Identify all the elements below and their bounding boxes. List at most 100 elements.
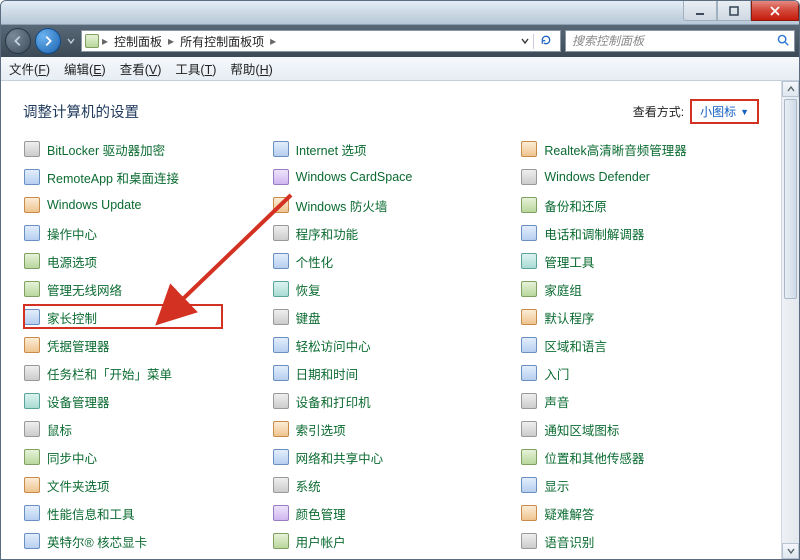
control-panel-item[interactable]: 字体 bbox=[520, 558, 759, 559]
display-icon bbox=[520, 476, 538, 494]
control-panel-item-label: Internet 选项 bbox=[296, 140, 367, 159]
menu-edit[interactable]: 编辑(E) bbox=[64, 59, 106, 78]
control-panel-item[interactable]: 日期和时间 bbox=[272, 362, 511, 384]
control-panel-item[interactable]: 用户帐户 bbox=[272, 530, 511, 552]
control-panel-item[interactable]: 电源选项 bbox=[23, 250, 262, 272]
control-panel-item[interactable]: 程序和功能 bbox=[272, 222, 511, 244]
control-panel-item[interactable]: 声音 bbox=[520, 390, 759, 412]
scroll-thumb[interactable] bbox=[784, 99, 797, 299]
control-panel-item[interactable]: RemoteApp 和桌面连接 bbox=[23, 166, 262, 188]
control-panel-item[interactable]: 设备管理器 bbox=[23, 390, 262, 412]
control-panel-item[interactable]: 同步中心 bbox=[23, 446, 262, 468]
control-panel-item[interactable]: 网络和共享中心 bbox=[272, 446, 511, 468]
menu-file[interactable]: 文件(F) bbox=[9, 59, 50, 78]
control-panel-item[interactable]: 家庭组 bbox=[520, 278, 759, 300]
breadcrumb-item[interactable]: 控制面板 bbox=[108, 31, 168, 51]
control-panel-item[interactable]: 键盘 bbox=[272, 306, 511, 328]
control-panel-item-label: 文件夹选项 bbox=[47, 476, 110, 495]
control-panel-item[interactable]: Windows Update bbox=[23, 194, 262, 216]
control-panel-item-label: 键盘 bbox=[296, 308, 321, 327]
view-by-dropdown[interactable]: 小图标 ▼ bbox=[690, 99, 759, 124]
control-panel-item-label: 备份和还原 bbox=[544, 196, 607, 215]
close-button[interactable] bbox=[751, 1, 799, 21]
internet-icon bbox=[272, 140, 290, 158]
search-box[interactable] bbox=[565, 30, 795, 52]
admin-tools-icon bbox=[520, 252, 538, 270]
scroll-up-button[interactable] bbox=[782, 81, 799, 97]
refresh-button[interactable] bbox=[533, 34, 558, 49]
sync-icon bbox=[23, 448, 41, 466]
control-panel-item[interactable]: 显示 bbox=[520, 474, 759, 496]
user-accts-icon bbox=[272, 532, 290, 550]
back-arrow-icon bbox=[11, 34, 25, 48]
minimize-button[interactable] bbox=[683, 1, 717, 21]
control-panel-item[interactable]: Windows Defender bbox=[520, 166, 759, 188]
control-panel-item[interactable]: 颜色管理 bbox=[272, 502, 511, 524]
control-panel-item[interactable]: Realtek高清晰音频管理器 bbox=[520, 138, 759, 160]
control-panel-item[interactable]: 自动播放 bbox=[272, 558, 511, 559]
control-panel-item[interactable]: 操作中心 bbox=[23, 222, 262, 244]
control-panel-item[interactable]: 语音识别 bbox=[520, 530, 759, 552]
control-panel-item[interactable]: BitLocker 驱动器加密 bbox=[23, 138, 262, 160]
mouse-icon bbox=[23, 420, 41, 438]
control-panel-item[interactable]: Windows 防火墙 bbox=[272, 194, 511, 216]
scroll-down-button[interactable] bbox=[782, 543, 799, 559]
defender-icon bbox=[520, 168, 538, 186]
control-panel-item[interactable]: 疑难解答 bbox=[520, 502, 759, 524]
breadcrumb-bar[interactable]: ▸ 控制面板 ▸ 所有控制面板项 ▸ bbox=[81, 30, 561, 52]
homegroup-icon bbox=[520, 280, 538, 298]
control-panel-item[interactable]: 性能信息和工具 bbox=[23, 502, 262, 524]
default-prog-icon bbox=[520, 308, 538, 326]
control-panel-item[interactable]: 轻松访问中心 bbox=[272, 334, 511, 356]
control-panel-item[interactable]: Internet 选项 bbox=[272, 138, 511, 160]
chevron-up-icon bbox=[787, 85, 795, 93]
maximize-button[interactable] bbox=[717, 1, 751, 21]
search-input[interactable] bbox=[570, 33, 776, 49]
control-panel-item[interactable]: 位置和其他传感器 bbox=[520, 446, 759, 468]
control-panel-item[interactable]: 任务栏和「开始」菜单 bbox=[23, 362, 262, 384]
backup-icon bbox=[520, 196, 538, 214]
menu-tools[interactable]: 工具(T) bbox=[175, 59, 216, 78]
menu-view[interactable]: 查看(V) bbox=[120, 59, 162, 78]
back-button[interactable] bbox=[5, 28, 31, 54]
control-panel-item-label: 索引选项 bbox=[296, 420, 346, 439]
control-panel-item[interactable]: 凭据管理器 bbox=[23, 334, 262, 356]
control-panel-item[interactable]: 通知区域图标 bbox=[520, 418, 759, 440]
control-panel-item[interactable]: 电话和调制解调器 bbox=[520, 222, 759, 244]
control-panel-item[interactable]: 默认程序 bbox=[520, 306, 759, 328]
control-panel-item[interactable]: 桌面小工具 bbox=[23, 558, 262, 559]
control-panel-item-label: RemoteApp 和桌面连接 bbox=[47, 168, 179, 187]
system-icon bbox=[272, 476, 290, 494]
control-panel-item[interactable]: 区域和语言 bbox=[520, 334, 759, 356]
control-panel-item[interactable]: 鼠标 bbox=[23, 418, 262, 440]
control-panel-item[interactable]: 管理工具 bbox=[520, 250, 759, 272]
scrollbar[interactable] bbox=[781, 81, 799, 559]
control-panel-item[interactable]: Windows CardSpace bbox=[272, 166, 511, 188]
remoteapp-icon bbox=[23, 168, 41, 186]
control-panel-item[interactable]: 设备和打印机 bbox=[272, 390, 511, 412]
control-panel-item-label: Windows Update bbox=[47, 198, 142, 212]
personalize-icon bbox=[272, 252, 290, 270]
control-panel-item[interactable]: 家长控制 bbox=[23, 306, 262, 328]
control-panel-item[interactable]: 备份和还原 bbox=[520, 194, 759, 216]
control-panel-item[interactable]: 入门 bbox=[520, 362, 759, 384]
history-dropdown[interactable] bbox=[65, 37, 77, 45]
control-panel-item-label: Windows Defender bbox=[544, 170, 650, 184]
control-panel-item-label: 颜色管理 bbox=[296, 504, 346, 523]
chevron-down-icon: ▼ bbox=[740, 107, 749, 117]
control-panel-item[interactable]: 管理无线网络 bbox=[23, 278, 262, 300]
control-panel-item-label: 操作中心 bbox=[47, 224, 97, 243]
control-panel-item[interactable]: 索引选项 bbox=[272, 418, 511, 440]
search-icon bbox=[776, 33, 790, 50]
control-panel-item-label: 入门 bbox=[544, 364, 569, 383]
forward-button[interactable] bbox=[35, 28, 61, 54]
breadcrumb-item[interactable]: 所有控制面板项 bbox=[174, 31, 270, 51]
control-panel-item[interactable]: 英特尔® 核芯显卡 bbox=[23, 530, 262, 552]
breadcrumb-dropdown[interactable] bbox=[517, 34, 533, 48]
control-panel-item[interactable]: 文件夹选项 bbox=[23, 474, 262, 496]
control-panel-item[interactable]: 系统 bbox=[272, 474, 511, 496]
menu-help[interactable]: 帮助(H) bbox=[230, 59, 272, 78]
control-panel-item[interactable]: 个性化 bbox=[272, 250, 511, 272]
indexing-icon bbox=[272, 420, 290, 438]
control-panel-item[interactable]: 恢复 bbox=[272, 278, 511, 300]
